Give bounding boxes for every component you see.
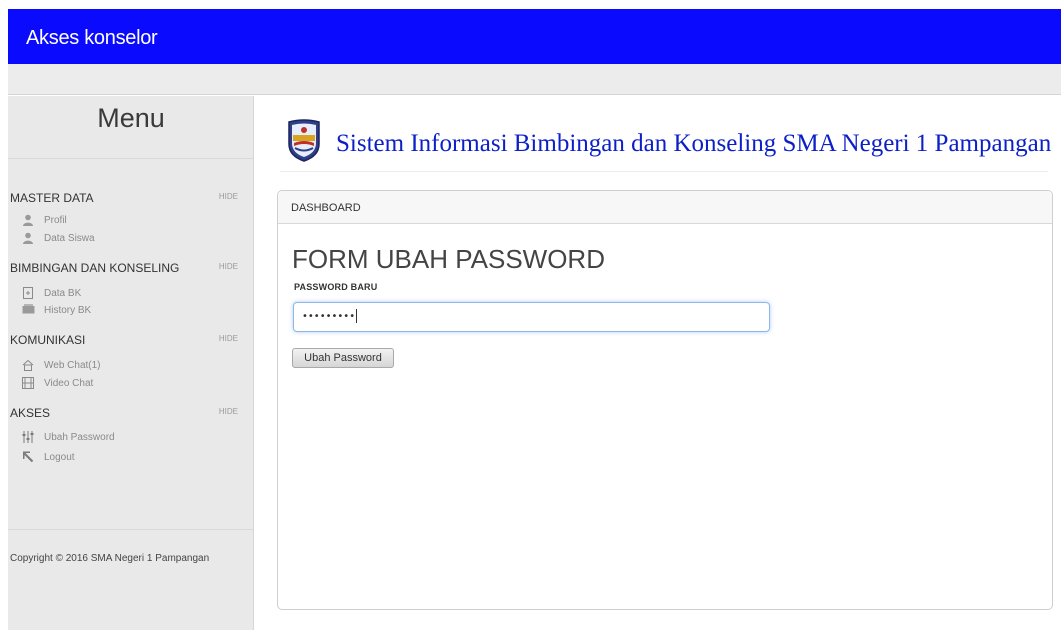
home-icon xyxy=(22,359,36,371)
sub-header-bar xyxy=(8,64,1061,95)
sidebar-item-profil[interactable]: Profil xyxy=(22,214,67,226)
sidebar-item-label: Video Chat xyxy=(44,377,94,389)
sidebar-item-label: History BK xyxy=(44,304,92,316)
user-icon xyxy=(22,232,36,244)
section-master-data: MASTER DATA HIDE xyxy=(10,191,246,205)
hide-toggle[interactable]: HIDE xyxy=(219,192,238,201)
arrow-icon xyxy=(22,451,36,463)
sidebar-item-data-bk[interactable]: Data BK xyxy=(22,287,81,299)
sidebar-item-data-siswa[interactable]: Data Siswa xyxy=(22,232,95,244)
add-file-icon xyxy=(22,287,36,299)
sidebar-item-web-chat[interactable]: Web Chat(1) xyxy=(22,359,101,371)
divider xyxy=(8,529,254,530)
sidebar-item-label: Ubah Password xyxy=(44,431,115,443)
copyright-text: Copyright © 2016 SMA Negeri 1 Pampangan xyxy=(10,553,210,564)
sidebar-item-label: Web Chat(1) xyxy=(44,359,101,371)
sidebar-item-label: Logout xyxy=(44,451,75,463)
section-label: BIMBINGAN DAN KONSELING xyxy=(10,261,180,275)
sidebar-item-label: Profil xyxy=(44,214,67,226)
section-akses: AKSES HIDE xyxy=(10,406,246,420)
password-field[interactable]: ••••••••• xyxy=(293,302,770,332)
inbox-icon xyxy=(22,304,36,316)
sliders-icon xyxy=(22,431,36,443)
sidebar-item-logout[interactable]: Logout xyxy=(22,451,75,463)
menu-title: Menu xyxy=(97,103,165,133)
section-label: KOMUNIKASI xyxy=(10,333,86,347)
site-title: Sistem Informasi Bimbingan dan Konseling… xyxy=(336,130,1052,157)
sidebar-item-video-chat[interactable]: Video Chat xyxy=(22,377,93,389)
sidebar-item-history-bk[interactable]: History BK xyxy=(22,304,91,316)
section-label: MASTER DATA xyxy=(10,191,94,205)
divider xyxy=(8,158,254,159)
user-icon xyxy=(22,214,36,226)
sidebar-item-label: Data Siswa xyxy=(44,232,95,244)
section-label: AKSES xyxy=(10,406,51,420)
content-panel: DASHBOARD FORM UBAH PASSWORD PASSWORD BA… xyxy=(277,190,1053,610)
film-icon xyxy=(22,377,36,389)
hide-toggle[interactable]: HIDE xyxy=(219,262,238,271)
app-title: Akses konselor xyxy=(26,27,158,49)
page-title: FORM UBAH PASSWORD xyxy=(292,244,605,274)
password-label: PASSWORD BARU xyxy=(294,282,378,292)
password-value: ••••••••• xyxy=(302,311,356,322)
app-header: Akses konselor xyxy=(8,9,1061,64)
sidebar-item-label: Data BK xyxy=(44,287,82,299)
ubah-password-button[interactable]: Ubah Password xyxy=(292,348,394,368)
site-header: Sistem Informasi Bimbingan dan Konseling… xyxy=(280,112,1052,172)
breadcrumb: DASHBOARD xyxy=(278,191,1052,224)
section-komunikasi: KOMUNIKASI HIDE xyxy=(10,333,246,347)
section-bimbingan-konseling: BIMBINGAN DAN KONSELING HIDE xyxy=(10,261,246,275)
hide-toggle[interactable]: HIDE xyxy=(219,334,238,343)
hide-toggle[interactable]: HIDE xyxy=(219,407,238,416)
sidebar-item-ubah-password[interactable]: Ubah Password xyxy=(22,431,115,443)
sidebar: Menu MASTER DATA HIDE Profil Data Siswa … xyxy=(8,96,254,630)
school-logo-icon xyxy=(286,118,322,162)
